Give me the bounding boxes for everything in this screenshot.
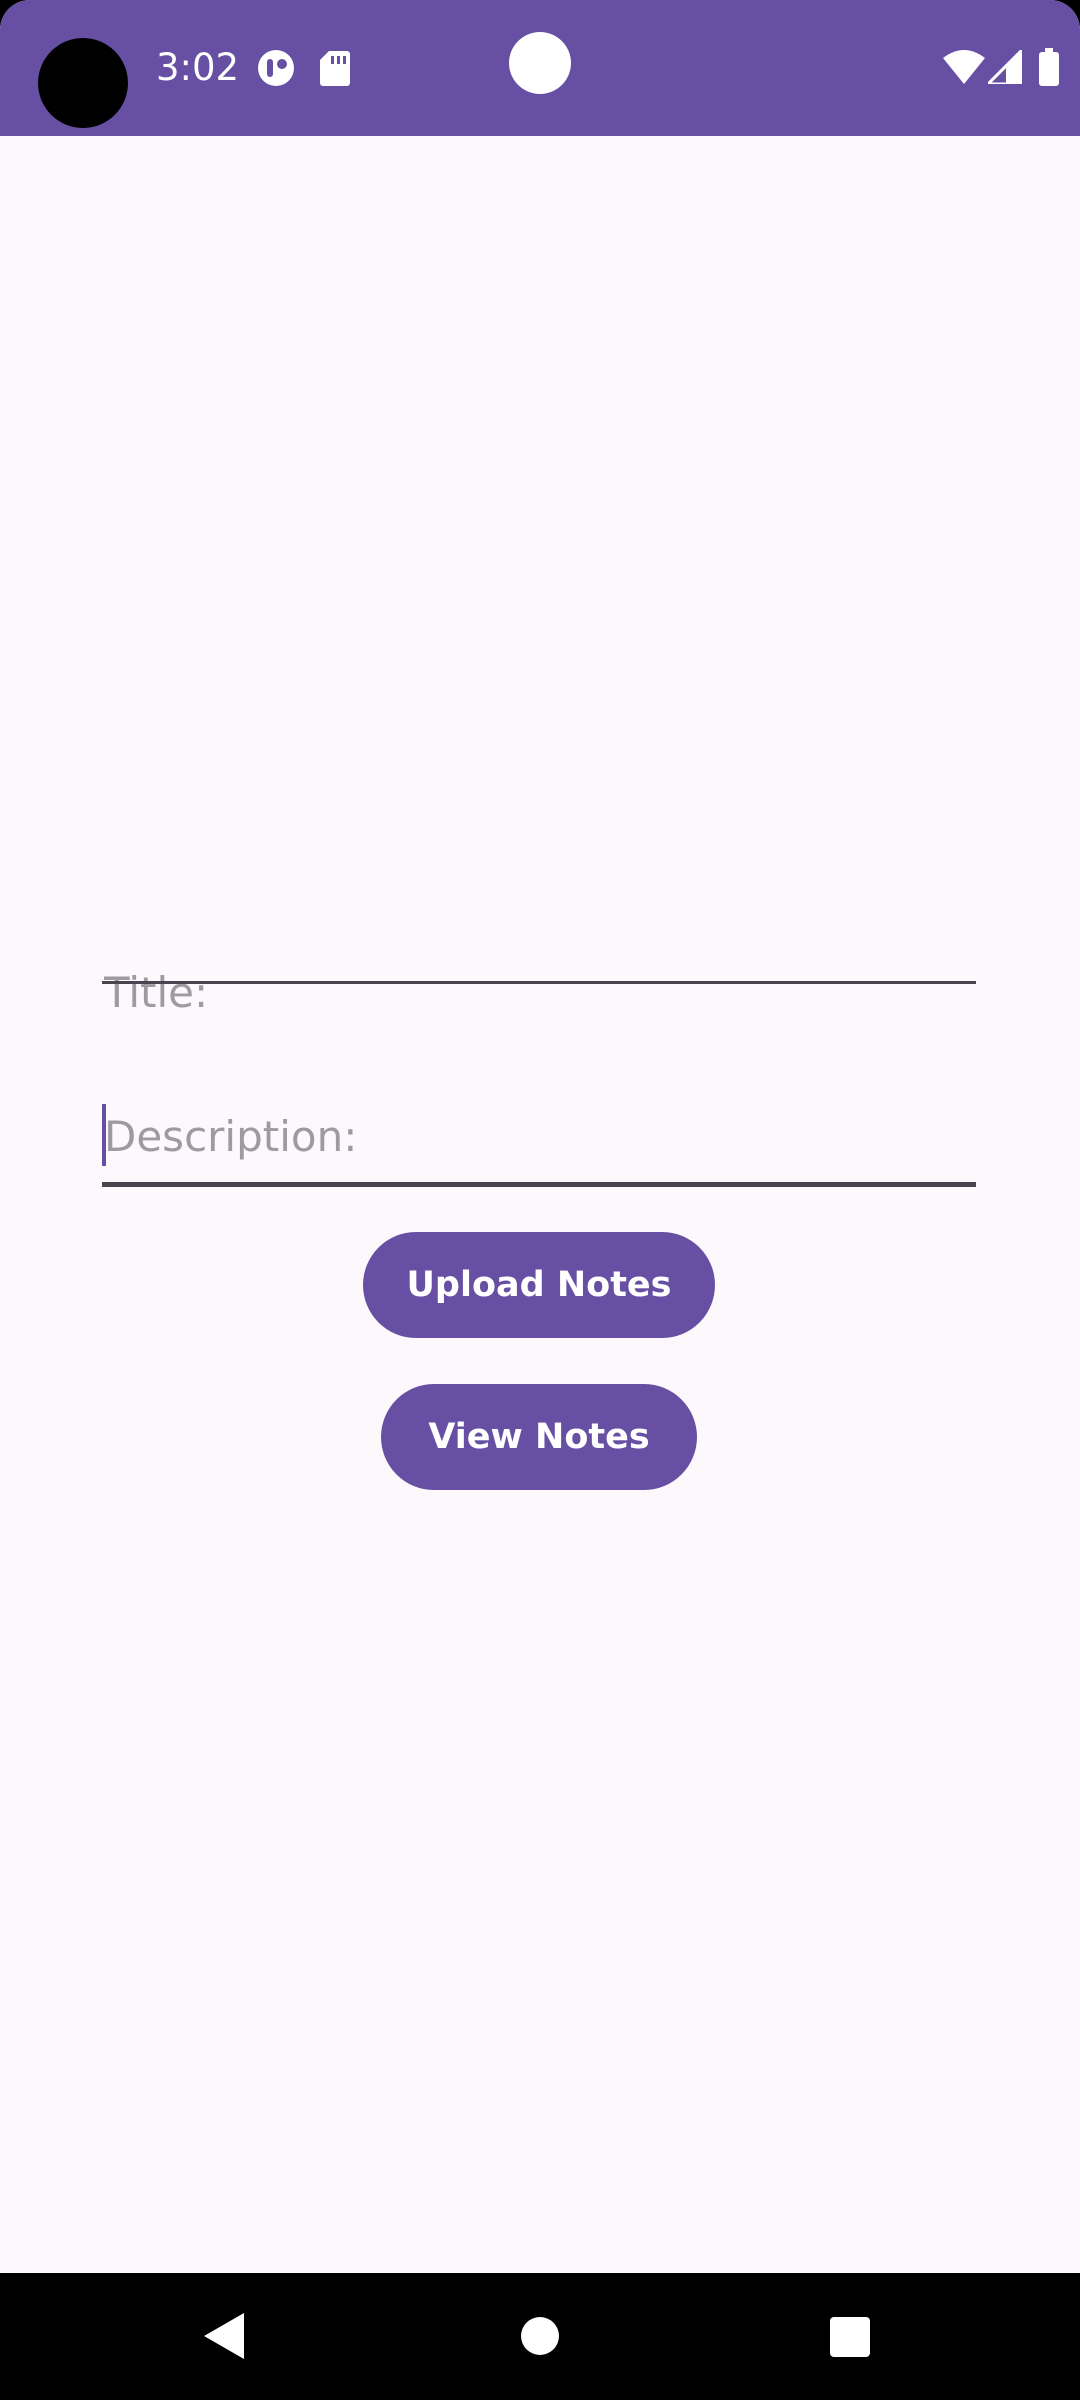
title-input[interactable]	[102, 952, 976, 1032]
status-time: 3:02	[156, 46, 240, 89]
title-field	[102, 952, 976, 1042]
wifi-icon	[943, 50, 985, 84]
cell-signal-icon	[988, 50, 1022, 84]
home-icon[interactable]	[521, 2317, 559, 2355]
text-cursor	[102, 1104, 106, 1166]
media-app-icon	[258, 50, 294, 86]
camera-indicator-dot	[509, 32, 571, 94]
view-notes-button[interactable]: View Notes	[381, 1384, 697, 1490]
app-screen: 3:02 Title: Description: Upload Notes Vi…	[0, 0, 1080, 2400]
navigation-bar	[0, 2273, 1080, 2400]
recents-icon[interactable]	[830, 2317, 870, 2357]
status-bar: 3:02	[0, 0, 1080, 136]
camera-cutout	[38, 38, 128, 128]
upload-notes-button[interactable]: Upload Notes	[363, 1232, 715, 1338]
back-icon[interactable]	[204, 2313, 244, 2359]
description-field	[102, 1096, 976, 1187]
description-input[interactable]	[102, 1096, 976, 1176]
description-underline	[102, 1182, 976, 1187]
battery-icon	[1039, 48, 1059, 86]
sd-card-icon	[320, 51, 350, 86]
title-underline	[102, 981, 976, 984]
